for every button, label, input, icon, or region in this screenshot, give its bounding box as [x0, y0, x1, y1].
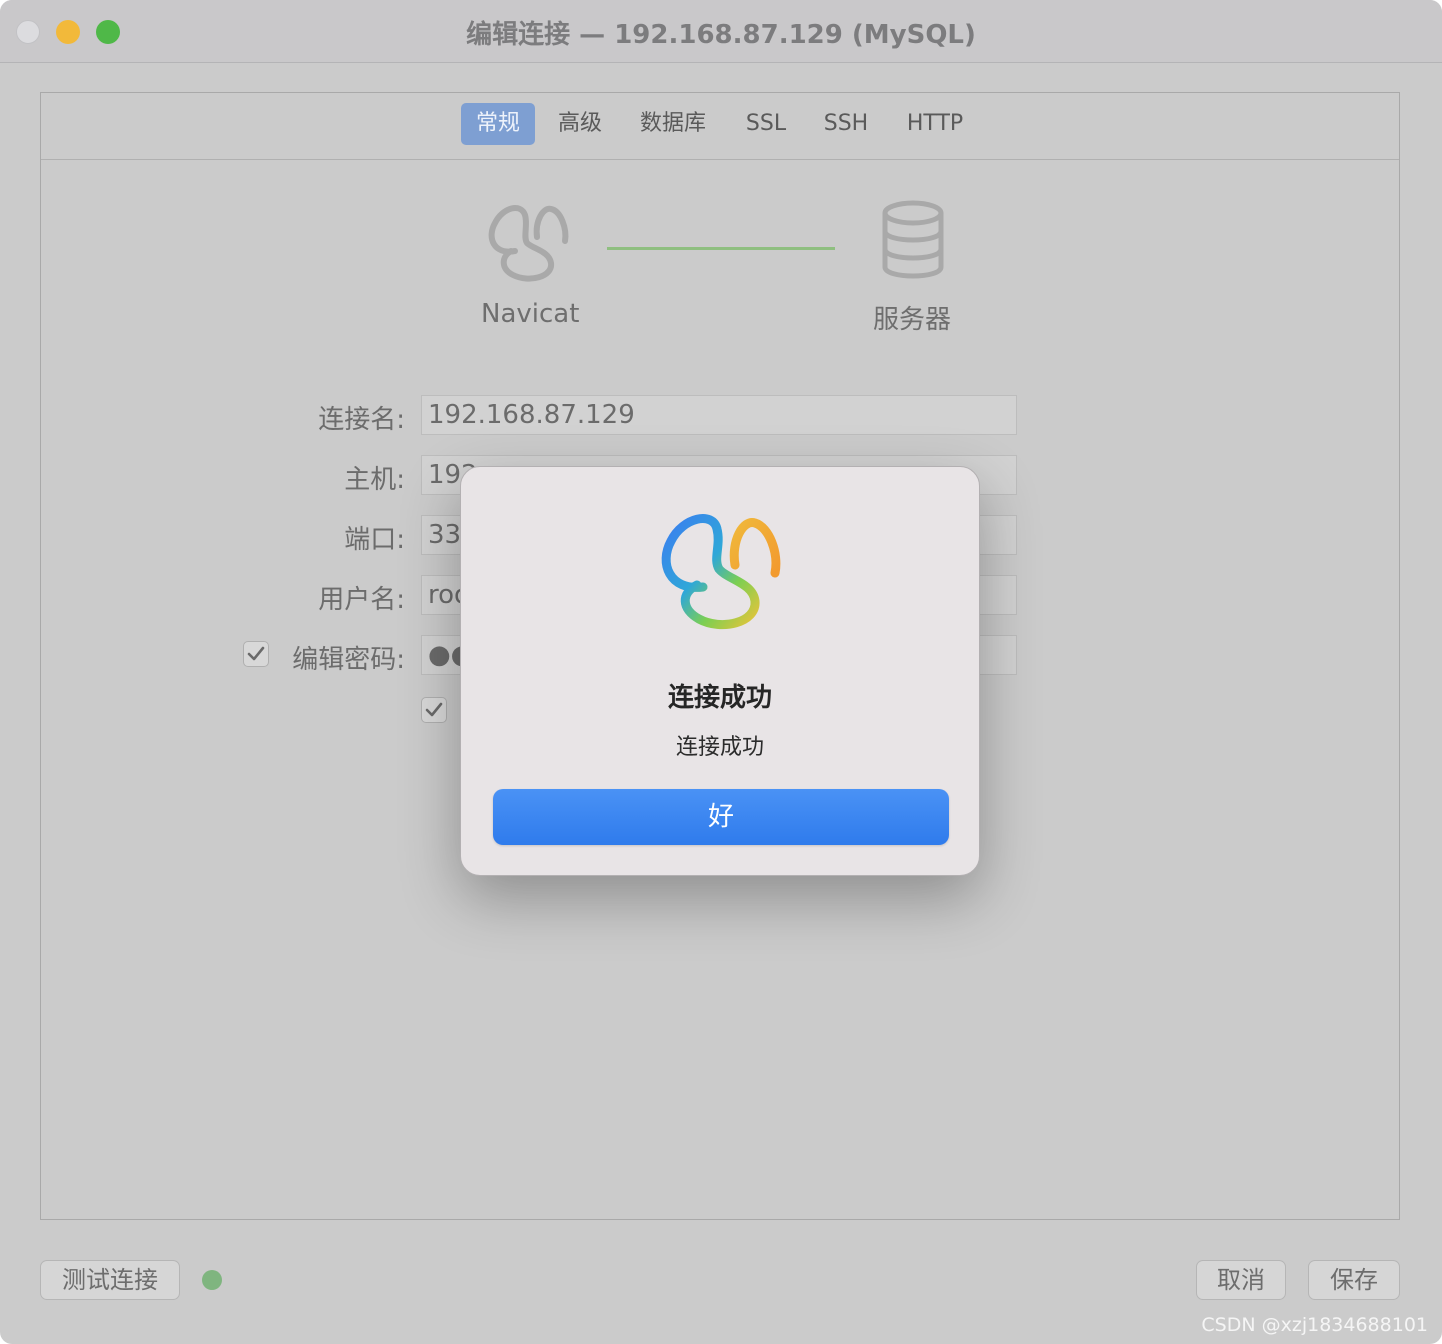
save-password-checkbox[interactable]: [421, 697, 447, 723]
title-bar: 编辑连接 — 192.168.87.129 (MySQL): [0, 0, 1442, 63]
connection-name-field[interactable]: 192.168.87.129: [421, 395, 1017, 435]
tab-ssh[interactable]: SSH: [815, 103, 877, 145]
edit-connection-window: 编辑连接 — 192.168.87.129 (MySQL) 常规 高级 数据库 …: [0, 0, 1442, 1344]
connection-success-dialog: 连接成功 连接成功 好: [460, 466, 980, 876]
port-label: 端口:: [344, 525, 405, 555]
username-label: 用户名:: [318, 585, 405, 615]
database-icon: [882, 200, 944, 279]
server-label: 服务器: [873, 305, 952, 335]
window-title: 编辑连接 — 192.168.87.129 (MySQL): [466, 20, 976, 50]
navicat-logo-icon: [661, 514, 781, 630]
ok-button[interactable]: 好: [493, 789, 949, 845]
connection-status-indicator: [202, 1270, 222, 1290]
connection-link-line: [607, 247, 835, 250]
save-button[interactable]: 保存: [1308, 1260, 1400, 1300]
dialog-title: 连接成功: [667, 683, 772, 713]
tab-databases[interactable]: 数据库: [631, 103, 715, 145]
connection-name-label: 连接名:: [318, 405, 405, 435]
tab-general[interactable]: 常规: [461, 103, 535, 145]
cancel-button[interactable]: 取消: [1196, 1260, 1286, 1300]
navicat-logo-icon: [488, 205, 569, 282]
tab-bar: 常规 高级 数据库 SSL SSH HTTP: [41, 93, 1399, 160]
watermark: CSDN @xzj1834688101: [1201, 1314, 1428, 1336]
checkmark-icon: [425, 702, 443, 717]
password-label: 编辑密码:: [292, 645, 405, 675]
client-label: Navicat: [481, 299, 580, 329]
tab-ssl[interactable]: SSL: [735, 103, 797, 145]
tab-advanced[interactable]: 高级: [549, 103, 611, 145]
dialog-message: 连接成功: [675, 735, 764, 760]
test-connection-button[interactable]: 测试连接: [40, 1260, 180, 1300]
host-label: 主机:: [344, 465, 405, 495]
tab-http[interactable]: HTTP: [897, 103, 973, 145]
